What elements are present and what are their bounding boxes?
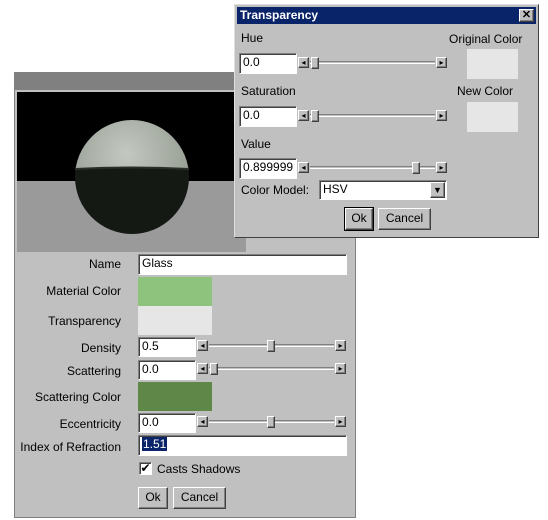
ior-value-selected: 1.51 [142,437,168,451]
dialog-title: Transparency [240,8,319,22]
saturation-slider[interactable]: ◂ ▸ [297,109,448,123]
ior-input[interactable]: 1.51 [138,435,347,456]
casts-shadows-label: Casts Shadows [157,462,241,476]
eccentricity-slider-thumb[interactable] [267,416,275,428]
scroll-right-icon[interactable]: ▸ [436,57,447,68]
hue-input[interactable]: 0.0 [239,53,297,74]
color-model-value: HSV [323,182,348,196]
saturation-input[interactable]: 0.0 [239,106,297,127]
transparency-swatch[interactable] [138,306,212,335]
transparency-label: Transparency [48,314,121,328]
scroll-right-icon[interactable]: ▸ [436,162,447,173]
sphere-preview-image [17,92,246,252]
material-preview [17,92,246,252]
hue-label: Hue [241,31,264,45]
scroll-right-icon[interactable]: ▸ [436,110,447,121]
scroll-left-icon[interactable]: ◂ [298,162,309,173]
ior-label: Index of Refraction [20,440,121,454]
dialog-ok-button[interactable]: Ok [344,207,374,231]
scroll-right-icon[interactable]: ▸ [335,340,346,351]
name-input[interactable]: Glass [138,254,347,275]
scattering-slider[interactable]: ◂ ▸ [196,362,347,376]
chevron-down-icon[interactable]: ▼ [430,182,445,198]
value-slider-thumb[interactable] [412,162,420,174]
eccentricity-label: Eccentricity [59,417,121,431]
density-input[interactable]: 0.5 [138,337,196,357]
close-icon[interactable]: ✕ [519,9,534,22]
casts-shadows-checkbox[interactable]: ✔ [139,462,152,475]
scattering-slider-thumb[interactable] [210,363,218,375]
density-slider[interactable]: ◂ ▸ [196,339,347,353]
ok-button[interactable]: Ok [138,487,168,509]
scattering-label: Scattering [66,364,121,378]
value-label: Value [241,137,271,151]
scattering-color-swatch[interactable] [138,382,212,411]
color-model-select[interactable]: HSV ▼ [319,180,447,200]
transparency-dialog: Transparency ✕ Hue 0.0 ◂ ▸ Saturation 0.… [234,4,539,238]
scroll-left-icon[interactable]: ◂ [298,57,309,68]
saturation-label: Saturation [241,84,296,98]
new-color-swatch [467,102,518,132]
eccentricity-slider[interactable]: ◂ ▸ [196,415,347,429]
scroll-left-icon[interactable]: ◂ [298,110,309,121]
name-label: Name [88,257,121,271]
scattering-color-label: Scattering Color [34,390,121,404]
material-color-label: Material Color [46,284,121,298]
dialog-cancel-button[interactable]: Cancel [378,208,431,230]
saturation-slider-thumb[interactable] [311,110,319,122]
value-slider[interactable]: ◂ ▸ [297,161,448,175]
color-model-label: Color Model: [241,183,310,197]
cancel-button[interactable]: Cancel [173,487,226,509]
original-color-swatch [467,49,518,79]
scattering-input[interactable]: 0.0 [138,360,196,380]
scroll-right-icon[interactable]: ▸ [335,416,346,427]
density-label: Density [80,341,121,355]
scroll-left-icon[interactable]: ◂ [197,363,208,374]
original-color-label: Original Color [449,32,523,46]
hue-slider-thumb[interactable] [311,57,319,69]
value-input[interactable]: 0.899999 [239,158,297,179]
new-color-label: New Color [457,84,514,98]
dialog-title-bar[interactable]: Transparency ✕ [237,7,536,24]
scroll-right-icon[interactable]: ▸ [335,363,346,374]
scroll-left-icon[interactable]: ◂ [197,340,208,351]
scroll-left-icon[interactable]: ◂ [197,416,208,427]
density-slider-thumb[interactable] [267,340,275,352]
material-color-swatch[interactable] [138,277,212,306]
hue-slider[interactable]: ◂ ▸ [297,56,448,70]
eccentricity-input[interactable]: 0.0 [138,413,196,433]
